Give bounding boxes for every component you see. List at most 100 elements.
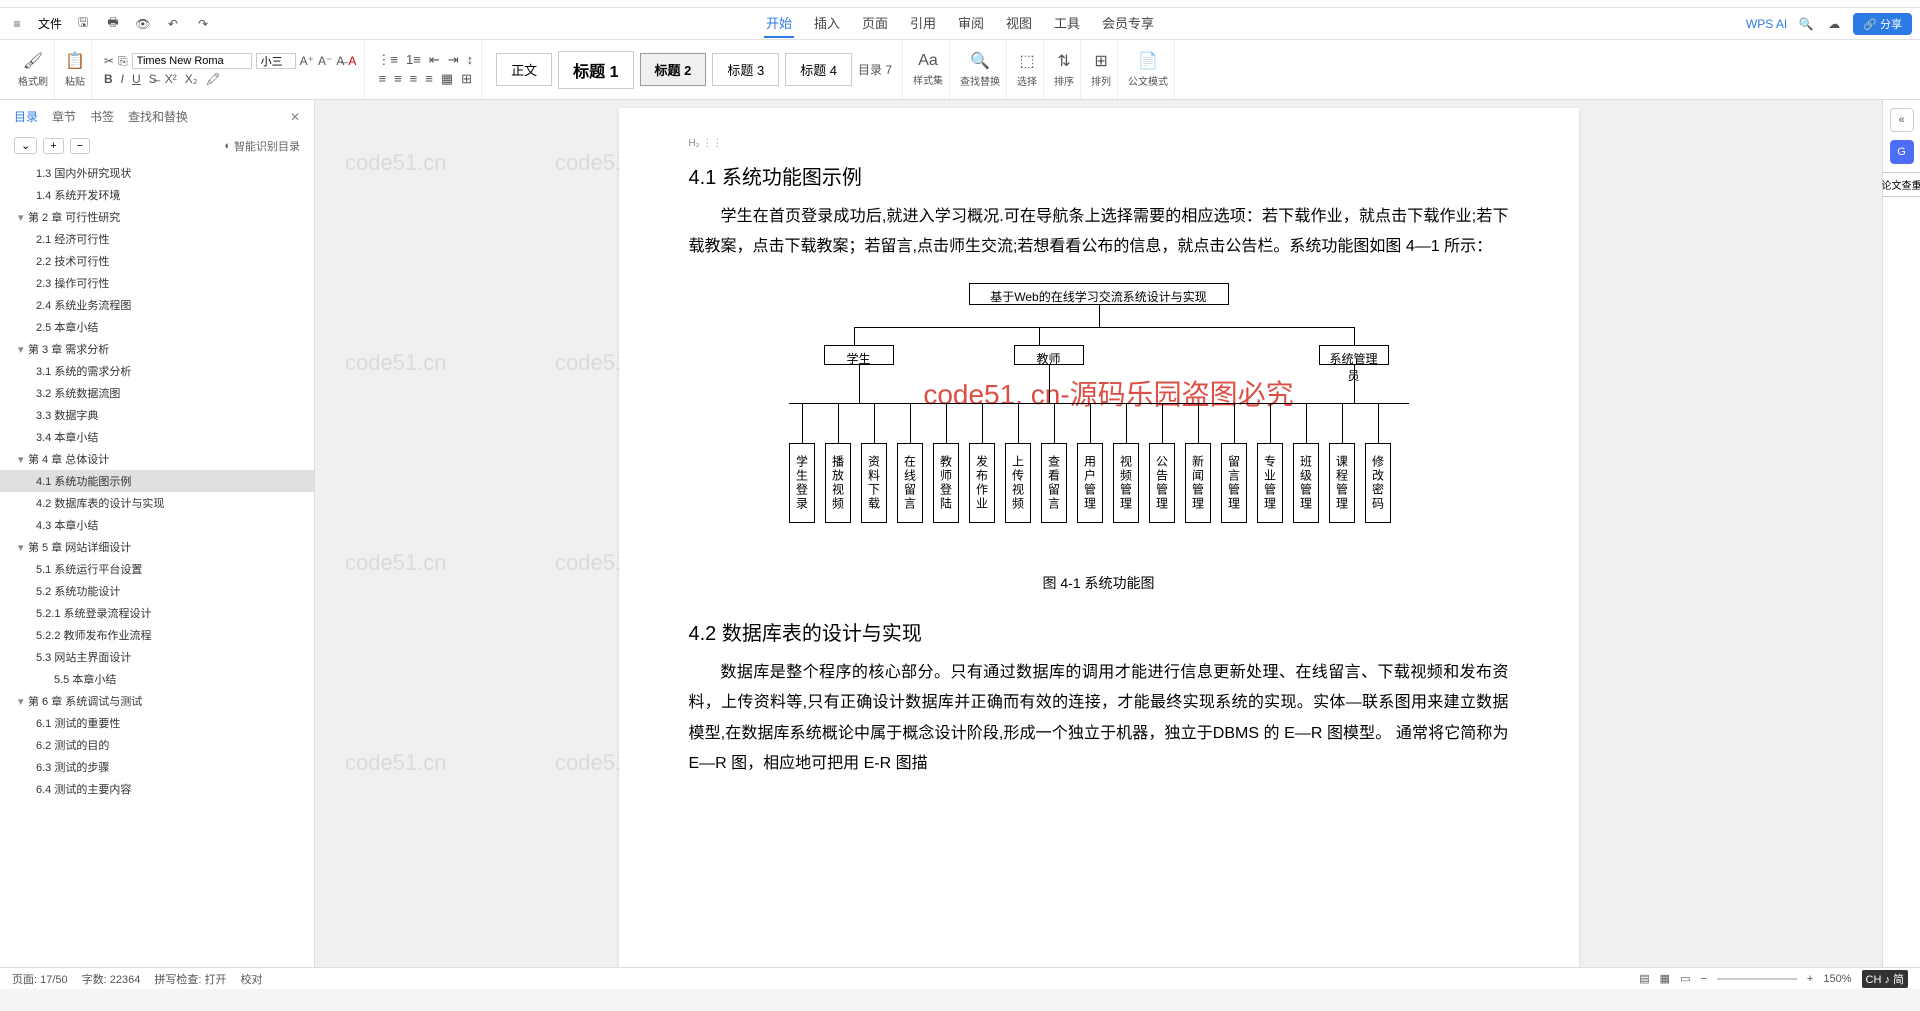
status-proofread[interactable]: 校对 bbox=[240, 971, 262, 987]
bold-icon[interactable]: B bbox=[104, 72, 113, 86]
subscript-icon[interactable]: X₂ bbox=[185, 72, 198, 86]
toc-item[interactable]: ▾第 5 章 网站详细设计 bbox=[0, 536, 314, 558]
toc-item[interactable]: 2.4 系统业务流程图 bbox=[0, 294, 314, 316]
toc-item[interactable]: 5.2.1 系统登录流程设计 bbox=[0, 602, 314, 624]
print-icon[interactable]: 🖶 bbox=[104, 15, 122, 33]
view-mode-icon[interactable]: ▭ bbox=[1680, 972, 1690, 985]
cloud-icon[interactable]: ☁ bbox=[1825, 15, 1843, 33]
zoom-level[interactable]: 150% bbox=[1823, 973, 1851, 985]
copy-icon[interactable]: ⎘ bbox=[118, 54, 128, 69]
align-left-icon[interactable]: ≡ bbox=[378, 71, 386, 87]
sidebar-tab-章节[interactable]: 章节 bbox=[52, 108, 76, 125]
align-right-icon[interactable]: ≡ bbox=[410, 71, 418, 87]
status-spellcheck[interactable]: 拼写检查: 打开 bbox=[154, 971, 226, 987]
zoom-in-icon[interactable]: + bbox=[1807, 973, 1813, 985]
align-justify-icon[interactable]: ≡ bbox=[425, 71, 433, 87]
toc-shrink-button[interactable]: − bbox=[70, 138, 90, 154]
sort-icon[interactable]: ⇅ bbox=[1057, 51, 1070, 71]
toc-item[interactable]: 3.1 系统的需求分析 bbox=[0, 360, 314, 382]
style-body[interactable]: 正文 bbox=[496, 53, 552, 86]
wps-ai-button[interactable]: WPS AI bbox=[1746, 17, 1787, 31]
highlight-icon[interactable]: 🖍 bbox=[205, 72, 220, 86]
menu-tab-开始[interactable]: 开始 bbox=[764, 9, 794, 38]
select-icon[interactable]: ⬚ bbox=[1019, 51, 1034, 71]
menu-tab-审阅[interactable]: 审阅 bbox=[956, 9, 986, 38]
file-menu[interactable]: 文件 bbox=[38, 15, 62, 32]
style-h2[interactable]: 标题 2 bbox=[640, 53, 707, 86]
toc-item[interactable]: ▾第 4 章 总体设计 bbox=[0, 448, 314, 470]
sidebar-tab-查找和替换[interactable]: 查找和替换 bbox=[128, 108, 188, 125]
toc-item[interactable]: 3.2 系统数据流图 bbox=[0, 382, 314, 404]
find-replace-icon[interactable]: 🔍 bbox=[970, 51, 990, 71]
toc-style-dropdown[interactable]: 目录 7 bbox=[858, 61, 892, 78]
paste-icon[interactable]: 📋 bbox=[65, 51, 85, 71]
increase-font-icon[interactable]: A⁺ bbox=[300, 54, 314, 68]
arrange-icon[interactable]: ⊞ bbox=[1094, 51, 1107, 71]
sidebar-close-icon[interactable]: ✕ bbox=[290, 110, 300, 124]
toc-item[interactable]: 2.3 操作可行性 bbox=[0, 272, 314, 294]
style-h1[interactable]: 标题 1 bbox=[558, 51, 633, 89]
clear-format-icon[interactable]: A̶ bbox=[336, 54, 344, 68]
menu-tab-插入[interactable]: 插入 bbox=[812, 9, 842, 38]
toc-item[interactable]: ▾第 2 章 可行性研究 bbox=[0, 206, 314, 228]
border-icon[interactable]: ⊞ bbox=[461, 71, 472, 87]
toc-item[interactable]: 6.3 测试的步骤 bbox=[0, 756, 314, 778]
toc-item[interactable]: 5.1 系统运行平台设置 bbox=[0, 558, 314, 580]
view-mode-icon[interactable]: ▤ bbox=[1639, 972, 1649, 985]
toc-item[interactable]: 2.2 技术可行性 bbox=[0, 250, 314, 272]
strike-icon[interactable]: S̶ bbox=[149, 72, 157, 86]
toc-item[interactable]: 2.1 经济可行性 bbox=[0, 228, 314, 250]
toc-item[interactable]: 6.2 测试的目的 bbox=[0, 734, 314, 756]
italic-icon[interactable]: I bbox=[121, 72, 124, 86]
font-size-select[interactable] bbox=[256, 53, 296, 69]
rail-collapse-icon[interactable]: « bbox=[1890, 108, 1914, 132]
smart-toc-button[interactable]: ◐ 智能识别目录 bbox=[224, 138, 300, 154]
toc-item[interactable]: 6.4 测试的主要内容 bbox=[0, 778, 314, 800]
font-color-icon[interactable]: A bbox=[348, 54, 356, 68]
number-list-icon[interactable]: 1≡ bbox=[406, 52, 421, 68]
toc-item[interactable]: 5.5 本章小结 bbox=[0, 668, 314, 690]
search-icon[interactable]: 🔍 bbox=[1797, 15, 1815, 33]
zoom-out-icon[interactable]: − bbox=[1700, 973, 1706, 985]
style-set-icon[interactable]: Aa bbox=[918, 52, 938, 70]
view-mode-icon[interactable]: ▦ bbox=[1660, 972, 1670, 985]
toc-item[interactable]: 4.1 系统功能图示例 bbox=[0, 470, 314, 492]
superscript-icon[interactable]: X² bbox=[165, 72, 177, 86]
sidebar-tab-书签[interactable]: 书签 bbox=[90, 108, 114, 125]
menu-tab-会员专享[interactable]: 会员专享 bbox=[1100, 9, 1156, 38]
menu-tab-页面[interactable]: 页面 bbox=[860, 9, 890, 38]
toc-item[interactable]: 2.5 本章小结 bbox=[0, 316, 314, 338]
share-button[interactable]: 🔗 分享 bbox=[1853, 13, 1912, 35]
toc-item[interactable]: ▾第 3 章 需求分析 bbox=[0, 338, 314, 360]
menu-tab-视图[interactable]: 视图 bbox=[1004, 9, 1034, 38]
status-words[interactable]: 字数: 22364 bbox=[82, 971, 141, 987]
doc-mode-icon[interactable]: 📄 bbox=[1138, 51, 1158, 71]
toc-item[interactable]: 1.4 系统开发环境 bbox=[0, 184, 314, 206]
style-h4[interactable]: 标题 4 bbox=[785, 53, 852, 86]
decrease-font-icon[interactable]: A⁻ bbox=[318, 54, 332, 68]
format-brush-icon[interactable]: 🖌 bbox=[23, 51, 43, 71]
ime-indicator[interactable]: CH ♪ 简 bbox=[1862, 970, 1909, 988]
line-spacing-icon[interactable]: ↕ bbox=[467, 52, 474, 68]
toc-item[interactable]: 4.2 数据库表的设计与实现 bbox=[0, 492, 314, 514]
cut-icon[interactable]: ✂ bbox=[104, 54, 114, 68]
toc-item[interactable]: 5.2.2 教师发布作业流程 bbox=[0, 624, 314, 646]
hamburger-icon[interactable]: ≡ bbox=[8, 15, 26, 33]
status-page[interactable]: 页面: 17/50 bbox=[12, 971, 68, 987]
menu-tab-工具[interactable]: 工具 bbox=[1052, 9, 1082, 38]
toc-item[interactable]: 4.3 本章小结 bbox=[0, 514, 314, 536]
toc-collapse-dropdown[interactable]: ⌄ bbox=[14, 137, 37, 154]
font-family-select[interactable] bbox=[132, 53, 252, 69]
menu-tab-引用[interactable]: 引用 bbox=[908, 9, 938, 38]
toc-item[interactable]: ▾第 6 章 系统调试与测试 bbox=[0, 690, 314, 712]
zoom-slider[interactable] bbox=[1717, 978, 1797, 980]
toc-item[interactable]: 3.4 本章小结 bbox=[0, 426, 314, 448]
undo-icon[interactable]: ↶ bbox=[164, 15, 182, 33]
toc-item[interactable]: 1.3 国内外研究现状 bbox=[0, 162, 314, 184]
toc-item[interactable]: 5.3 网站主界面设计 bbox=[0, 646, 314, 668]
toc-expand-button[interactable]: + bbox=[43, 138, 63, 154]
toc-item[interactable]: 5.2 系统功能设计 bbox=[0, 580, 314, 602]
style-h3[interactable]: 标题 3 bbox=[712, 53, 779, 86]
redo-icon[interactable]: ↷ bbox=[194, 15, 212, 33]
toc-item[interactable]: 6.1 测试的重要性 bbox=[0, 712, 314, 734]
